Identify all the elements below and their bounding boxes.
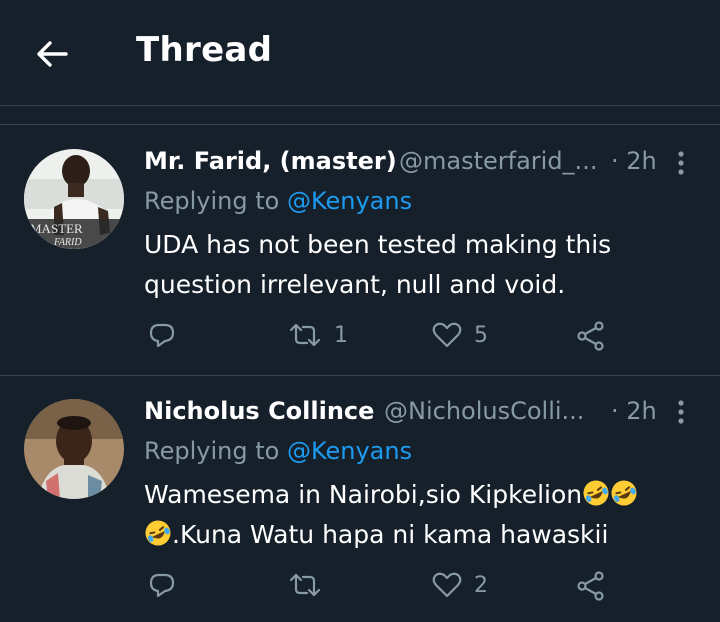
retweet-button[interactable] — [288, 571, 322, 599]
timestamp[interactable]: · 2h — [611, 397, 657, 425]
arrow-left-icon — [37, 41, 68, 67]
share-icon — [577, 571, 604, 601]
tweet-text: UDA has not been tested making this ques… — [144, 230, 612, 299]
retweet-icon — [289, 323, 321, 347]
tweet[interactable]: Nicholus Collince @NicholusColli... · 2h… — [0, 376, 720, 622]
reply-icon — [149, 323, 175, 348]
avatar[interactable]: MASTER FARID — [24, 149, 124, 249]
like-button[interactable]: 2 — [432, 571, 488, 599]
retweet-button[interactable]: 1 — [288, 321, 348, 349]
retweet-count: 1 — [334, 322, 348, 348]
share-icon — [577, 321, 604, 351]
tweet[interactable]: MASTER FARID Mr. Farid, (master) @master… — [0, 125, 720, 375]
like-count: 5 — [474, 322, 488, 348]
share-button[interactable] — [576, 571, 606, 601]
more-vertical-icon — [678, 151, 684, 175]
rolling-on-floor-laughing-emoji-icon — [583, 480, 609, 506]
tweet-text: Wamesema in Nairobi,sio Kipkelion .Kuna W… — [144, 475, 684, 555]
timestamp[interactable]: · 2h — [611, 147, 657, 175]
back-button[interactable] — [34, 36, 70, 72]
reply-button[interactable] — [148, 571, 176, 599]
mention-link[interactable]: @Kenyans — [287, 187, 412, 215]
author-name[interactable]: Nicholus Collince — [144, 397, 374, 425]
mention-link[interactable]: @Kenyans — [287, 437, 412, 465]
replying-to-label: Replying to — [144, 437, 287, 465]
replying-to-label: Replying to — [144, 187, 287, 215]
svg-text:FARID: FARID — [53, 237, 82, 248]
retweet-icon — [289, 573, 321, 597]
rolling-on-floor-laughing-emoji-icon — [145, 520, 171, 546]
page-title: Thread — [136, 30, 273, 70]
tweet-actions: 2 — [0, 567, 720, 607]
like-button[interactable]: 5 — [432, 321, 488, 349]
avatar-image: MASTER FARID — [24, 149, 124, 249]
more-options-button[interactable] — [673, 398, 689, 426]
tweet-text-part: .Kuna Watu hapa ni kama hawaskii — [172, 520, 609, 549]
like-count: 2 — [474, 572, 488, 598]
avatar[interactable] — [24, 399, 124, 499]
more-options-button[interactable] — [673, 149, 689, 177]
author-name[interactable]: Mr. Farid, (master) — [144, 147, 397, 175]
heart-icon — [432, 572, 462, 598]
replying-to: Replying to @Kenyans — [144, 187, 412, 215]
replying-to: Replying to @Kenyans — [144, 437, 412, 465]
svg-text:MASTER: MASTER — [30, 221, 83, 236]
avatar-image — [24, 399, 124, 499]
tweet-actions: 1 5 — [0, 317, 720, 357]
top-bar: Thread — [0, 0, 720, 106]
reply-button[interactable] — [148, 321, 176, 349]
more-vertical-icon — [678, 400, 684, 424]
tweet-text-part: Wamesema in Nairobi,sio Kipkelion — [144, 480, 583, 509]
reply-icon — [149, 573, 175, 598]
author-handle[interactable]: @masterfarid_... — [399, 147, 597, 175]
heart-icon — [432, 322, 462, 348]
share-button[interactable] — [576, 321, 606, 351]
author-handle[interactable]: @NicholusColli... — [384, 397, 584, 425]
rolling-on-floor-laughing-emoji-icon — [611, 480, 637, 506]
